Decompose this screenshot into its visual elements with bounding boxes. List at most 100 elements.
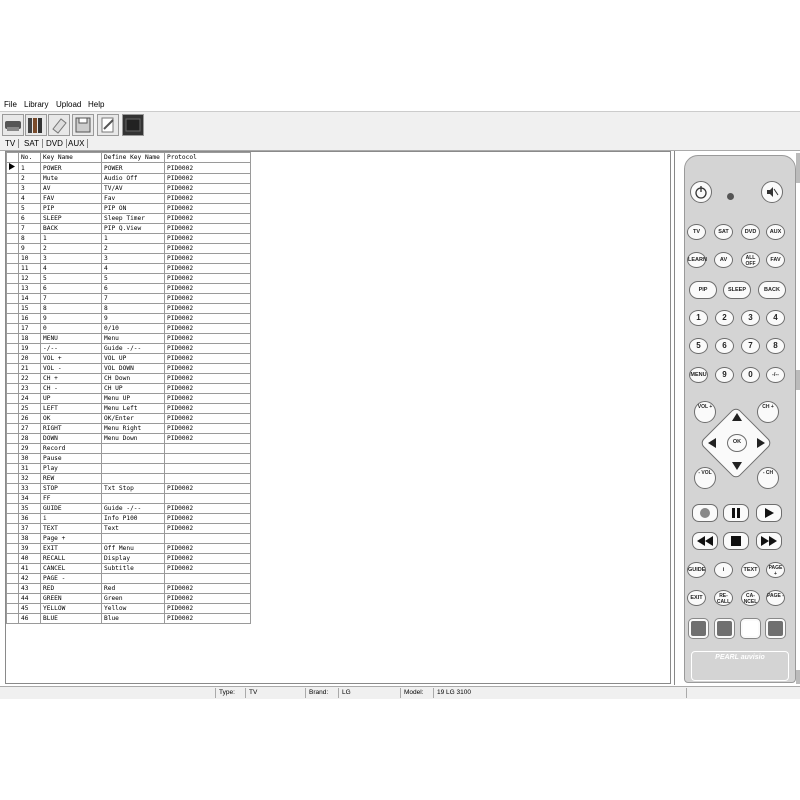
column-header-key-name[interactable]: Key Name (40, 152, 102, 163)
cell-protocol[interactable] (164, 533, 251, 544)
row-indicator[interactable] (6, 313, 19, 324)
cell-no[interactable]: 15 (18, 303, 41, 314)
cell-key-name[interactable]: 8 (40, 303, 102, 314)
record-button[interactable] (692, 504, 718, 522)
remote-pip-button[interactable]: PIP (689, 281, 717, 299)
cell-define-key-name[interactable]: 9 (101, 313, 165, 324)
cell-protocol[interactable]: PID0002 (164, 293, 251, 304)
table-row[interactable]: 29 Record (6, 443, 251, 454)
table-row[interactable]: 11 4 4 PID0002 (6, 263, 251, 274)
cell-protocol[interactable]: PID0002 (164, 273, 251, 284)
cell-protocol[interactable] (164, 573, 251, 584)
cell-define-key-name[interactable]: Audio Off (101, 173, 165, 184)
cell-key-name[interactable]: SLEEP (40, 213, 102, 224)
cell-no[interactable]: 40 (18, 553, 41, 564)
cell-protocol[interactable]: PID0002 (164, 593, 251, 604)
scrollbar-top[interactable] (796, 153, 800, 183)
row-indicator[interactable] (6, 413, 19, 424)
row-indicator[interactable] (6, 493, 19, 504)
remote-digit-1-button[interactable]: 1 (689, 310, 708, 326)
cell-key-name[interactable]: 5 (40, 273, 102, 284)
table-row[interactable]: 35 GUIDE Guide -/-- PID0002 (6, 503, 251, 514)
row-indicator[interactable] (6, 293, 19, 304)
cell-no[interactable]: 32 (18, 473, 41, 484)
cell-protocol[interactable]: PID0002 (164, 173, 251, 184)
cell-define-key-name[interactable]: 2 (101, 243, 165, 254)
cell-no[interactable]: 22 (18, 373, 41, 384)
edit-document-icon[interactable] (97, 114, 119, 136)
row-indicator[interactable] (6, 613, 19, 624)
row-indicator[interactable] (6, 543, 19, 554)
pause-button[interactable] (723, 504, 749, 522)
table-row[interactable]: 37 TEXT Text PID0002 (6, 523, 251, 534)
table-row[interactable]: 31 Play (6, 463, 251, 474)
remote-all-off-button[interactable]: ALL OFF (741, 252, 760, 268)
remote-dash-button[interactable]: -/-- (766, 367, 785, 383)
row-indicator[interactable] (6, 533, 19, 544)
row-indicator[interactable] (6, 343, 19, 354)
cell-key-name[interactable]: MENU (40, 333, 102, 344)
table-row[interactable]: 30 Pause (6, 453, 251, 464)
row-indicator[interactable] (6, 433, 19, 444)
cell-define-key-name[interactable] (101, 463, 165, 474)
cell-define-key-name[interactable]: 6 (101, 283, 165, 294)
cell-protocol[interactable]: PID0002 (164, 223, 251, 234)
cell-no[interactable]: 44 (18, 593, 41, 604)
row-indicator[interactable] (6, 583, 19, 594)
tab-dvd[interactable]: DVD (43, 139, 67, 148)
cell-no[interactable]: 34 (18, 493, 41, 504)
cell-key-name[interactable]: VOL - (40, 363, 102, 374)
cell-no[interactable]: 10 (18, 253, 41, 264)
cell-no[interactable]: 39 (18, 543, 41, 554)
remote-tv-button[interactable]: TV (687, 224, 706, 240)
table-row[interactable]: 14 7 7 PID0002 (6, 293, 251, 304)
cell-define-key-name[interactable]: PIP ON (101, 203, 165, 214)
cell-protocol[interactable]: PID0002 (164, 413, 251, 424)
cell-no[interactable]: 46 (18, 613, 41, 624)
cell-protocol[interactable]: PID0002 (164, 383, 251, 394)
cell-define-key-name[interactable]: Green (101, 593, 165, 604)
power-button[interactable] (690, 181, 712, 203)
cell-protocol[interactable]: PID0002 (164, 283, 251, 294)
cell-key-name[interactable]: FF (40, 493, 102, 504)
table-row[interactable]: 4 FAV Fav PID0002 (6, 193, 251, 204)
row-indicator[interactable] (6, 233, 19, 244)
table-row[interactable]: 3 AV TV/AV PID0002 (6, 183, 251, 194)
cell-protocol[interactable]: PID0002 (164, 193, 251, 204)
remote-ch-plus-button[interactable]: CH + (757, 401, 779, 423)
cell-define-key-name[interactable]: 7 (101, 293, 165, 304)
cell-protocol[interactable]: PID0002 (164, 553, 251, 564)
remote-vol-minus-button[interactable]: - VOL (694, 467, 716, 489)
cell-define-key-name[interactable]: Off Menu (101, 543, 165, 554)
row-indicator[interactable] (6, 403, 19, 414)
cell-key-name[interactable]: CANCEL (40, 563, 102, 574)
row-indicator[interactable] (6, 193, 19, 204)
menu-help[interactable]: Help (88, 100, 104, 109)
cell-protocol[interactable]: PID0002 (164, 313, 251, 324)
cell-define-key-name[interactable]: Menu (101, 333, 165, 344)
remote-yellow-button[interactable] (741, 619, 760, 638)
cell-define-key-name[interactable]: PIP Q.View (101, 223, 165, 234)
cell-define-key-name[interactable]: 5 (101, 273, 165, 284)
remote-green-button[interactable] (715, 619, 734, 638)
table-row[interactable]: 40 RECALL Display PID0002 (6, 553, 251, 564)
remote-aux-button[interactable]: AUX (766, 224, 785, 240)
row-indicator[interactable] (6, 523, 19, 534)
table-row[interactable]: 45 YELLOW Yellow PID0002 (6, 603, 251, 614)
cell-no[interactable]: 18 (18, 333, 41, 344)
remote-digit-0-button[interactable]: 0 (741, 367, 760, 383)
cell-key-name[interactable]: 0 (40, 323, 102, 334)
table-row[interactable]: 7 BACK PIP Q.View PID0002 (6, 223, 251, 234)
cell-no[interactable]: 27 (18, 423, 41, 434)
cell-key-name[interactable]: Mute (40, 173, 102, 184)
remote-page-minus-button[interactable]: PAGE - (766, 590, 785, 606)
table-row[interactable]: 20 VOL + VOL UP PID0002 (6, 353, 251, 364)
cell-key-name[interactable]: -/-- (40, 343, 102, 354)
cell-no[interactable]: 8 (18, 233, 41, 244)
cell-key-name[interactable]: Page + (40, 533, 102, 544)
remote-sleep-button[interactable]: SLEEP (723, 281, 751, 299)
cell-no[interactable]: 35 (18, 503, 41, 514)
cell-protocol[interactable]: PID0002 (164, 243, 251, 254)
cell-define-key-name[interactable] (101, 533, 165, 544)
table-row[interactable]: 32 REW (6, 473, 251, 484)
